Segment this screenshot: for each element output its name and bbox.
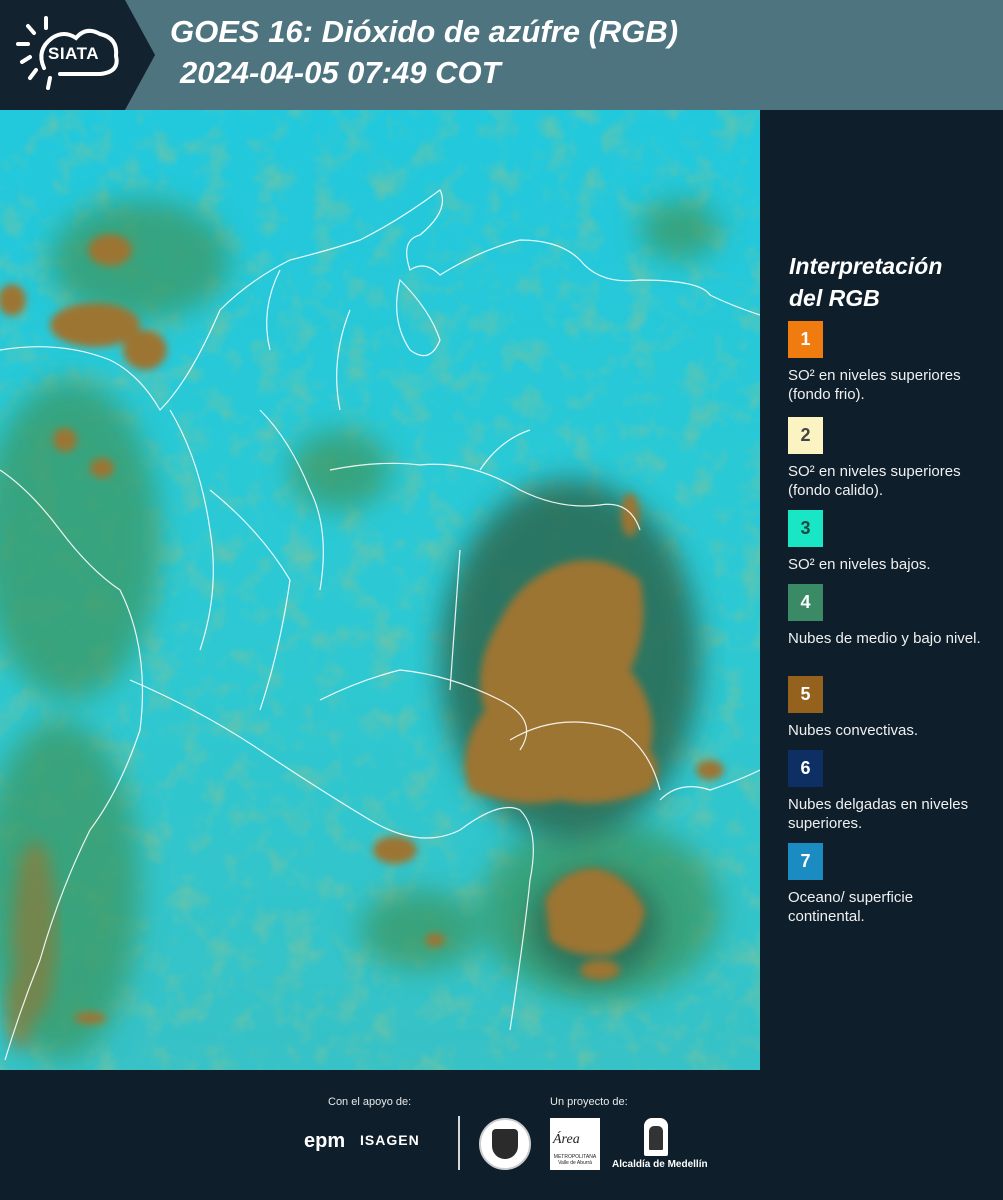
legend-label-4: Nubes de medio y bajo nivel. bbox=[788, 630, 981, 647]
legend-number-3: 3 bbox=[800, 518, 811, 538]
support-label: Con el apoyo de: bbox=[328, 1096, 412, 1108]
legend-number-7: 7 bbox=[800, 851, 811, 871]
alcaldia-emblem-icon bbox=[644, 1118, 668, 1156]
legend-swatch-6: 6 bbox=[788, 750, 823, 787]
legend-label-7: Oceano/ superficie continental. bbox=[788, 889, 914, 925]
legend-swatch-2: 2 bbox=[788, 417, 823, 454]
legend-number-6: 6 bbox=[800, 758, 811, 778]
legend-swatch-3: 3 bbox=[788, 510, 823, 547]
legend-title-line1: Interpretación bbox=[789, 253, 943, 279]
isagen-logo: ISAGEN bbox=[360, 1132, 420, 1148]
siata-logo: SIATA bbox=[0, 0, 160, 110]
area-logo-subtext: METROPOLITANA Valle de Aburrá bbox=[553, 1154, 597, 1166]
legend-number-4: 4 bbox=[800, 592, 811, 612]
footer-divider bbox=[458, 1116, 460, 1170]
legend-item-3: 3 SO² en niveles bajos. bbox=[788, 510, 993, 574]
alcaldia-label: Alcaldía de Medellín bbox=[612, 1159, 708, 1170]
legend-label-3: SO² en niveles bajos. bbox=[788, 556, 931, 573]
legend-label-1: SO² en niveles superiores (fondo frio). bbox=[788, 367, 961, 403]
header-bar: SIATA GOES 16: Dióxido de azúfre (RGB) 2… bbox=[0, 0, 1003, 110]
legend-swatch-7: 7 bbox=[788, 843, 823, 880]
logo-text: SIATA bbox=[48, 44, 99, 63]
page-title: GOES 16: Dióxido de azúfre (RGB) bbox=[170, 14, 679, 49]
legend-label-5: Nubes convectivas. bbox=[788, 722, 919, 739]
legend-item-7: 7 Oceano/ superficie continental. bbox=[788, 843, 993, 926]
legend-item-5: 5 Nubes convectivas. bbox=[788, 676, 993, 740]
page-timestamp: 2024-04-05 07:49 COT bbox=[180, 55, 501, 90]
legend-number-5: 5 bbox=[800, 684, 811, 704]
project-label: Un proyecto de: bbox=[550, 1096, 628, 1108]
legend-label-2: SO² en niveles superiores (fondo calido)… bbox=[788, 463, 961, 499]
legend-swatch-4: 4 bbox=[788, 584, 823, 621]
satellite-map bbox=[0, 110, 760, 1070]
legend-item-6: 6 Nubes delgadas en niveles superiores. bbox=[788, 750, 993, 833]
legend-title-line2: del RGB bbox=[789, 285, 880, 311]
legend-panel: Interpretación del RGB 1 SO² en niveles … bbox=[760, 110, 1003, 1070]
legend-item-4: 4 Nubes de medio y bajo nivel. bbox=[788, 584, 993, 648]
legend-item-2: 2 SO² en niveles superiores (fondo calid… bbox=[788, 417, 993, 500]
area-logo-text: Área bbox=[553, 1132, 580, 1147]
legend-label-6: Nubes delgadas en niveles superiores. bbox=[788, 796, 969, 832]
legend-swatch-5: 5 bbox=[788, 676, 823, 713]
legend-swatch-1: 1 bbox=[788, 321, 823, 358]
legend-title: Interpretación del RGB bbox=[789, 250, 942, 314]
medellin-seal-icon bbox=[479, 1118, 531, 1170]
area-metropolitana-logo: Área METROPOLITANA Valle de Aburrá bbox=[550, 1118, 600, 1170]
footer: Con el apoyo de: Un proyecto de: epm ISA… bbox=[0, 1070, 1003, 1200]
legend-number-1: 1 bbox=[800, 329, 811, 349]
epm-logo: epm bbox=[304, 1130, 346, 1152]
legend-item-1: 1 SO² en niveles superiores (fondo frio)… bbox=[788, 321, 993, 404]
satellite-image bbox=[0, 110, 760, 1070]
legend-number-2: 2 bbox=[800, 425, 811, 445]
